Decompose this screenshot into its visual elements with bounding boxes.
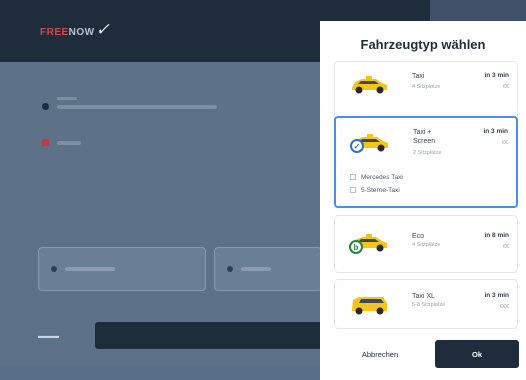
option-eta: in 8 min <box>484 232 509 239</box>
ok-button[interactable]: Ok <box>435 340 519 368</box>
option-eta: in 3 min <box>484 72 509 79</box>
option-seats: 5-8 Sitzplätze <box>412 302 446 308</box>
option-seats: 4 Sitzplätze <box>412 84 441 90</box>
vehicle-option-eco[interactable]: b Eco 4 Sitzplätze in 8 min €€ <box>334 215 518 273</box>
option-price: €€€ <box>499 304 509 310</box>
pickup-location <box>42 97 217 110</box>
payment-option <box>38 247 206 291</box>
option-price: €€ <box>501 140 508 146</box>
option-seats: 2 Sitzplätze <box>413 150 442 156</box>
extra-option-5-star[interactable]: 5-Sterne-Taxi <box>350 187 400 194</box>
option-name: Eco <box>412 233 425 240</box>
vehicle-option-taxi[interactable]: Taxi 4 Sitzplätze in 3 min €€ <box>334 61 518 123</box>
option-price: €€ <box>502 244 509 250</box>
option-eta: in 3 min <box>483 128 508 135</box>
extra-option-mercedes[interactable]: Mercedes Taxi <box>350 174 403 181</box>
option-name: Taxi + Screen <box>413 129 436 145</box>
vehicle-type-panel: Fahrzeugtyp wählen Taxi 4 Sitzplätze in … <box>320 21 526 380</box>
app-logo: FREENOW✓ <box>40 20 111 39</box>
option-seats: 4 Sitzplätze <box>412 242 441 248</box>
voucher-icon <box>227 266 233 272</box>
option-eta: in 3 min <box>484 292 509 299</box>
panel-title: Fahrzeugtyp wählen <box>360 37 486 52</box>
order-button-dimmed <box>95 322 335 349</box>
selected-check-icon: ✓ <box>350 139 364 153</box>
pickup-marker-icon <box>42 103 49 110</box>
destination-flag-icon <box>42 139 49 146</box>
cancel-button[interactable]: Abbrechen <box>338 340 422 368</box>
vehicle-option-taxi-screen[interactable]: ✓ Taxi + Screen 2 Sitzplätze in 3 min €€… <box>334 116 518 208</box>
destination-location <box>42 139 81 146</box>
option-price: €€ <box>502 84 509 90</box>
checkbox-icon <box>350 187 356 194</box>
option-name: Taxi XL <box>412 293 435 300</box>
taxi-xl-van-icon <box>352 297 387 315</box>
vehicle-option-taxi-xl[interactable]: Taxi XL 5-8 Sitzplätze in 3 min €€€ <box>334 279 518 329</box>
voucher-option <box>214 247 322 291</box>
checkbox-icon <box>350 174 356 181</box>
eco-leaf-icon: b <box>349 240 363 254</box>
option-name: Taxi <box>412 73 425 80</box>
payment-icon <box>51 266 57 272</box>
bottom-label-placeholder: ▬▬▬ <box>38 333 59 340</box>
taxi-car-icon <box>352 76 387 94</box>
